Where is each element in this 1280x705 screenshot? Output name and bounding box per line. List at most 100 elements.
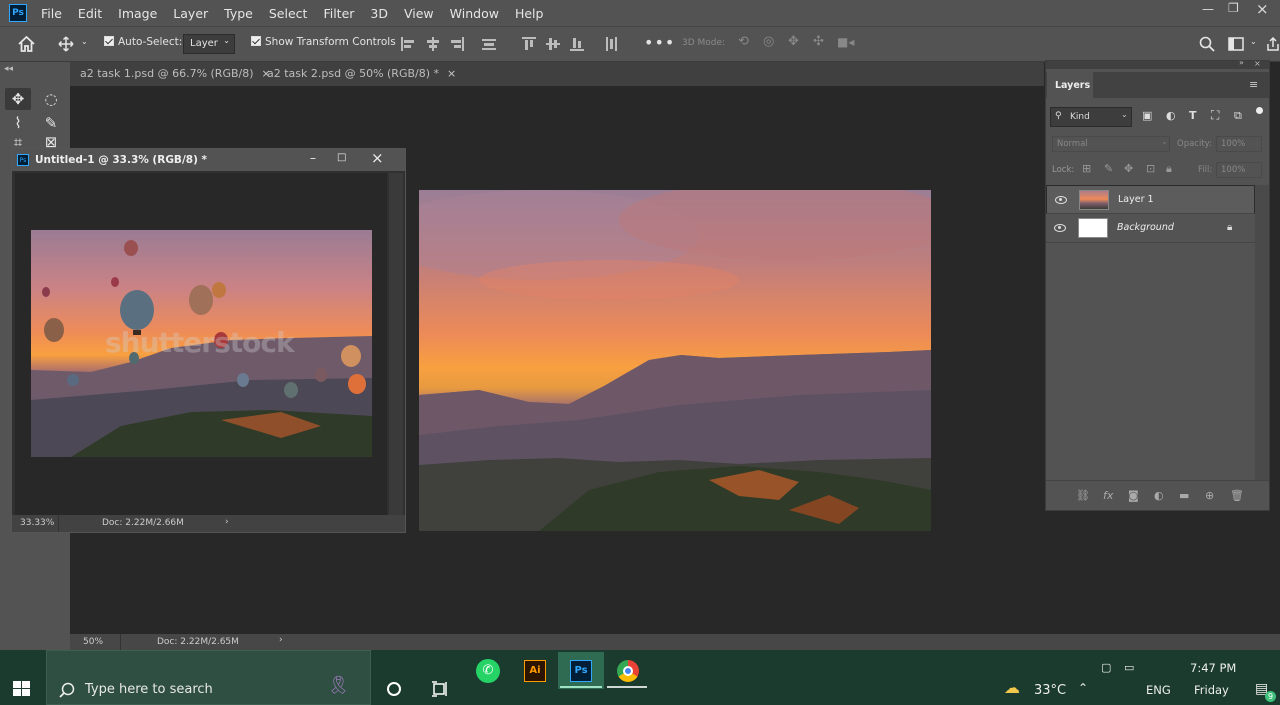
align-left-icon[interactable] <box>401 37 415 51</box>
trash-icon[interactable]: 🗑︎ <box>1230 489 1244 502</box>
panel-menu-icon[interactable]: ≡ <box>1249 78 1258 91</box>
more-options-icon[interactable]: ••• <box>644 33 675 52</box>
move-tool-icon[interactable]: ✥ <box>5 88 31 110</box>
lock-position-icon[interactable]: ✥ <box>1124 162 1133 175</box>
whatsapp-taskbar-icon[interactable]: ✆ <box>465 652 511 689</box>
main-document-image[interactable] <box>419 190 931 531</box>
home-icon[interactable] <box>18 36 35 52</box>
align-top-icon[interactable] <box>522 37 536 51</box>
zoom-level[interactable]: 50% <box>83 637 103 647</box>
adjustment-icon[interactable]: ◐ <box>1154 489 1164 502</box>
quick-select-tool-icon[interactable]: ✎ <box>38 112 64 134</box>
fill-field[interactable]: 100% <box>1216 162 1262 178</box>
fx-icon[interactable]: fx <box>1103 489 1113 502</box>
weather-temperature[interactable]: 33°C <box>1034 683 1066 698</box>
language-indicator[interactable]: ENG <box>1146 683 1171 697</box>
tab-layers[interactable]: Layers <box>1047 72 1093 98</box>
menu-help[interactable]: Help <box>515 6 544 21</box>
restore-icon[interactable]: ❐ <box>1228 1 1239 15</box>
blend-mode-dropdown[interactable]: Normal ⌄ <box>1052 136 1170 152</box>
lasso-tool-icon[interactable]: ⌇ <box>5 112 31 134</box>
mask-icon[interactable]: ◙ <box>1128 489 1139 502</box>
menu-3d[interactable]: 3D <box>370 6 388 21</box>
close-icon[interactable]: × <box>447 67 456 80</box>
visibility-eye-icon[interactable] <box>1054 224 1066 232</box>
align-right-icon[interactable] <box>450 37 464 51</box>
menu-view[interactable]: View <box>404 6 434 21</box>
lock-artboard-icon[interactable]: ⊡ <box>1146 162 1155 175</box>
menu-image[interactable]: Image <box>118 6 157 21</box>
zoom-level[interactable]: 33.33% <box>20 518 54 528</box>
layers-scrollbar[interactable] <box>1255 185 1269 480</box>
auto-select-checkbox[interactable]: Auto-Select: <box>104 36 182 48</box>
task-view-icon[interactable] <box>431 681 449 697</box>
layer-name[interactable]: Background <box>1117 222 1174 233</box>
clock-time[interactable]: 7:47 PM <box>1190 661 1236 675</box>
align-middle-icon[interactable] <box>546 37 560 51</box>
illustrator-taskbar-icon[interactable]: Ai <box>512 652 558 689</box>
tab-a2-task-1[interactable]: a2 task 1.psd @ 66.7% (RGB/8) × <box>70 62 281 86</box>
share-icon[interactable] <box>1266 37 1280 51</box>
show-transform-checkbox[interactable]: Show Transform Controls <box>251 36 396 48</box>
lock-image-icon[interactable]: ✎ <box>1104 162 1113 175</box>
floating-document-window[interactable]: Ps Untitled-1 @ 33.3% (RGB/8) * – □ × sh… <box>11 148 406 533</box>
search-icon[interactable] <box>1199 36 1215 52</box>
menu-type[interactable]: Type <box>224 6 253 21</box>
folder-icon[interactable]: ▬ <box>1179 489 1189 502</box>
minimize-icon[interactable]: — <box>1202 2 1214 16</box>
tab-a2-task-2[interactable]: a2 task 2.psd @ 50% (RGB/8) * × <box>257 62 466 86</box>
balloon-photo[interactable]: shutterstock <box>31 230 372 457</box>
crop-tool-icon[interactable]: ⌗ <box>5 136 31 148</box>
menu-filter[interactable]: Filter <box>323 6 354 21</box>
menu-edit[interactable]: Edit <box>78 6 102 21</box>
link-icon[interactable]: ⛓ <box>1076 489 1090 502</box>
battery-icon[interactable]: ▭ <box>1124 661 1134 674</box>
align-bottom-icon[interactable] <box>570 37 584 51</box>
frame-tool-icon[interactable]: ⊠ <box>38 136 64 148</box>
chevron-up-icon[interactable]: ⌃ <box>1078 681 1088 695</box>
maximize-icon[interactable]: □ <box>337 152 346 163</box>
close-icon[interactable]: × <box>371 149 384 167</box>
vertical-scrollbar[interactable] <box>389 173 403 515</box>
chevron-down-icon[interactable]: ⌄ <box>1250 37 1257 46</box>
minimize-icon[interactable]: – <box>310 151 316 165</box>
workspace-icon[interactable] <box>1228 37 1244 51</box>
distribute-icon[interactable] <box>482 37 496 51</box>
cortana-icon[interactable] <box>386 681 402 697</box>
marquee-tool-icon[interactable]: ◌ <box>38 88 64 110</box>
visibility-eye-icon[interactable] <box>1055 196 1067 204</box>
chevron-right-icon[interactable]: › <box>225 517 229 527</box>
close-icon[interactable]: × <box>1256 0 1269 18</box>
filter-toggle[interactable] <box>1256 107 1263 114</box>
clock-day[interactable]: Friday <box>1194 683 1229 697</box>
window-title-bar[interactable]: Ps Untitled-1 @ 33.3% (RGB/8) * – □ × <box>12 149 405 171</box>
taskbar-search-box[interactable]: Type here to search 🎗︎ <box>46 650 371 705</box>
adjustment-filter-icon[interactable]: ◐ <box>1166 109 1176 122</box>
shape-filter-icon[interactable]: ⛶ <box>1211 108 1219 123</box>
weather-icon[interactable]: ☁︎ <box>1004 678 1020 697</box>
layer-row-layer-1[interactable]: Layer 1 <box>1046 185 1255 214</box>
menu-file[interactable]: File <box>41 6 62 21</box>
photoshop-taskbar-icon[interactable]: Ps <box>558 652 604 689</box>
pixel-filter-icon[interactable]: ▣ <box>1142 109 1152 122</box>
panel-collapse-icon[interactable]: » <box>1239 58 1244 67</box>
new-layer-icon[interactable]: ⊕ <box>1205 489 1214 502</box>
close-icon[interactable]: × <box>1254 59 1261 68</box>
opacity-field[interactable]: 100% <box>1216 136 1262 152</box>
chrome-taskbar-icon[interactable] <box>605 652 651 689</box>
lock-transparent-icon[interactable]: ⊞ <box>1082 162 1091 175</box>
layer-row-background[interactable]: Background 🔒︎ <box>1046 214 1255 243</box>
layer-filter-dropdown[interactable]: ⚲ Kind ⌄ <box>1050 107 1132 127</box>
chevron-down-icon[interactable]: ⌄ <box>81 37 88 46</box>
distribute-vertical-icon[interactable] <box>604 37 618 51</box>
auto-select-dropdown[interactable]: Layer ⌄ <box>183 34 235 54</box>
move-tool-icon[interactable] <box>58 36 74 52</box>
windows-start-icon[interactable] <box>13 681 33 698</box>
meet-now-icon[interactable]: ▢ <box>1101 661 1111 674</box>
smart-object-filter-icon[interactable]: ⧉ <box>1234 109 1242 123</box>
menu-select[interactable]: Select <box>269 6 308 21</box>
type-filter-icon[interactable]: T <box>1189 109 1197 122</box>
menu-layer[interactable]: Layer <box>173 6 208 21</box>
align-center-icon[interactable] <box>426 37 440 51</box>
layer-name[interactable]: Layer 1 <box>1118 194 1154 205</box>
